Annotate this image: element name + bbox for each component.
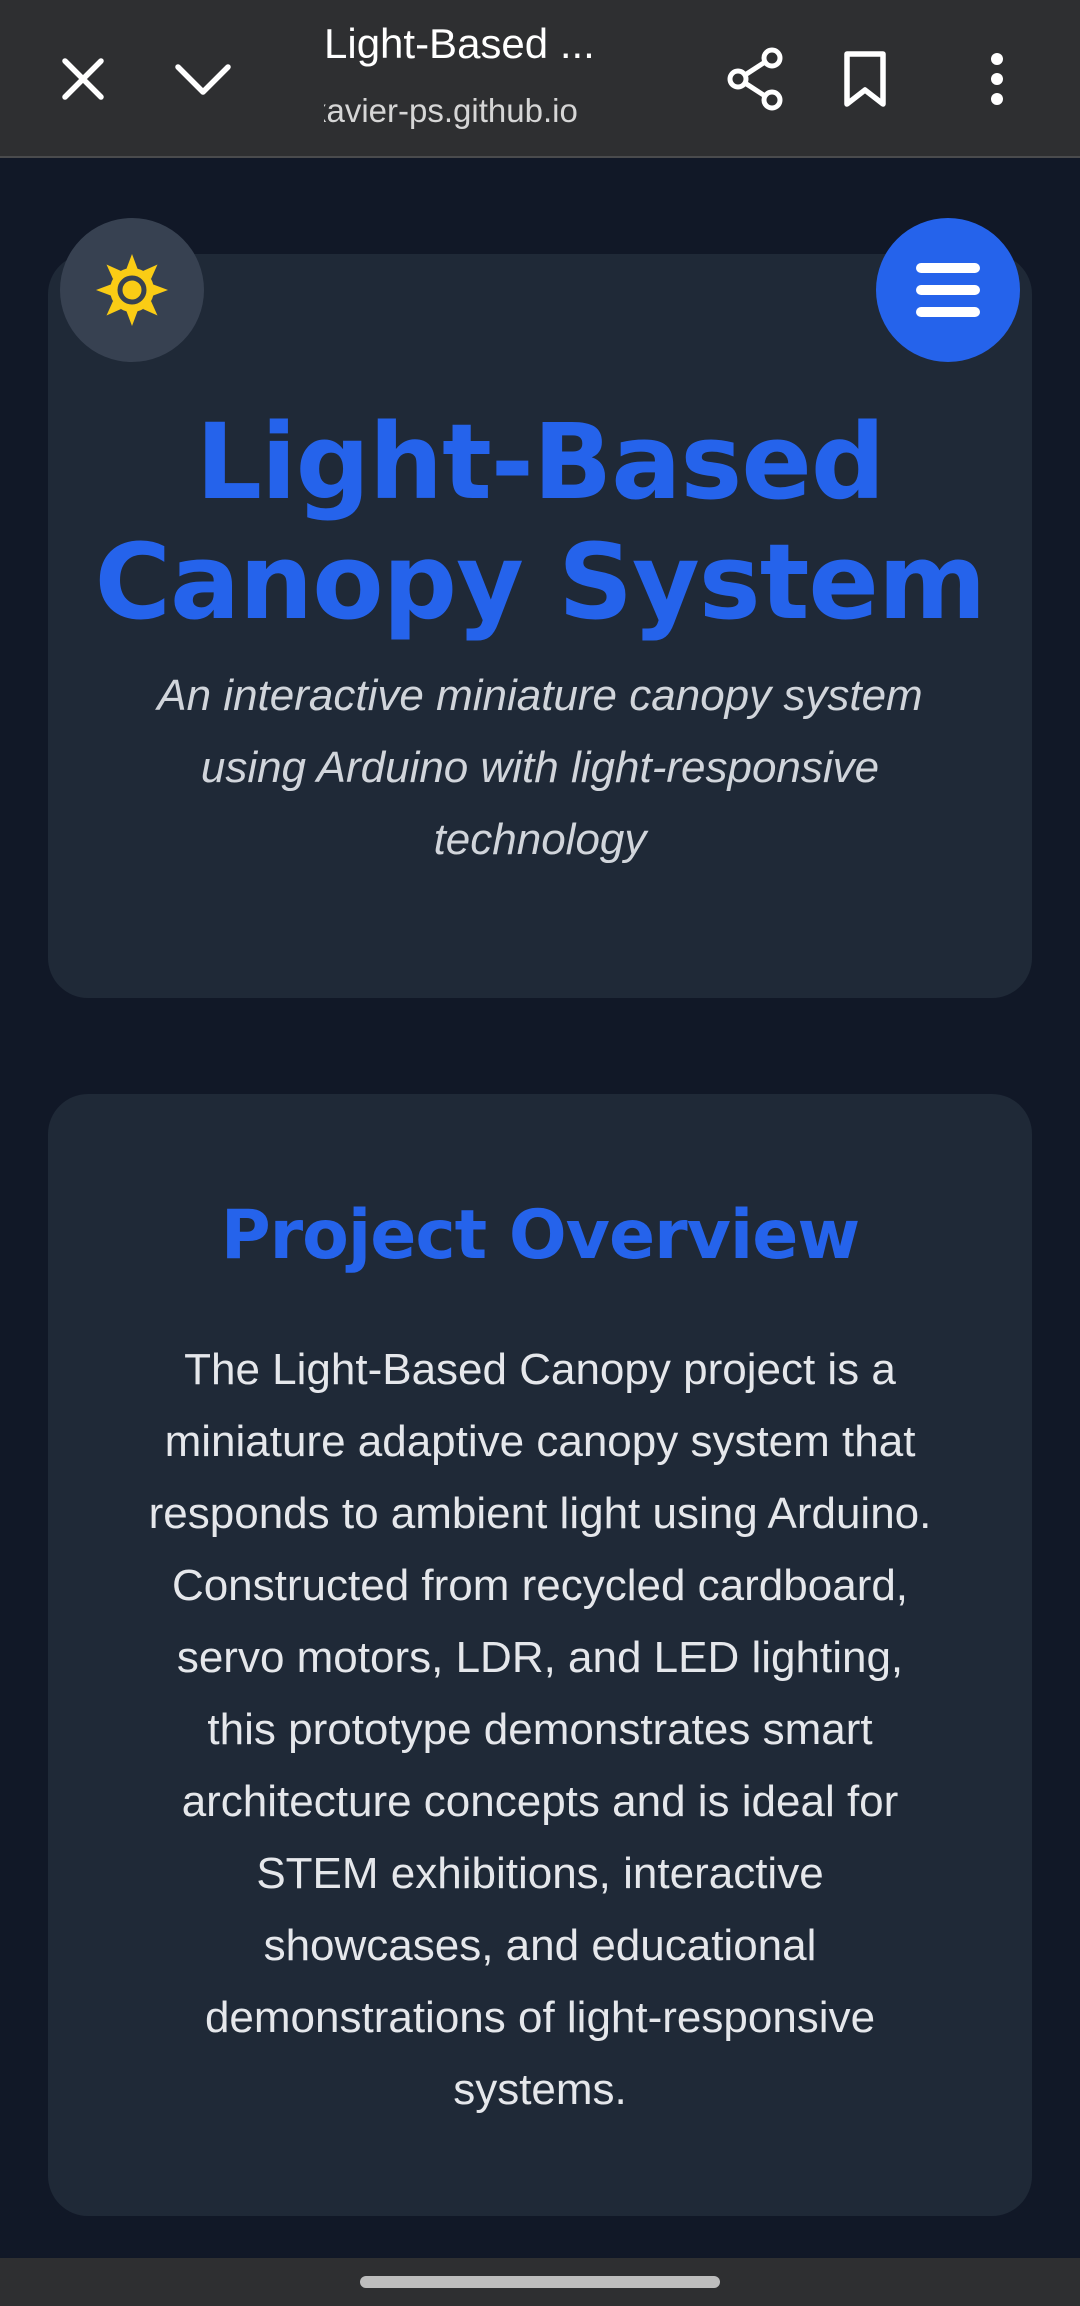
home-gesture-handle[interactable] bbox=[360, 2276, 720, 2288]
system-navigation-bar bbox=[0, 2258, 1080, 2306]
page-content: Light-Based Canopy System An interactive… bbox=[0, 158, 1080, 2258]
page-title: Light-Based Canopy System bbox=[94, 401, 987, 643]
theme-toggle-button[interactable] bbox=[60, 218, 204, 362]
hero-subtitle: An interactive miniature canopy system u… bbox=[157, 671, 923, 864]
bookmark-button[interactable] bbox=[820, 34, 910, 124]
sun-icon bbox=[96, 254, 168, 326]
url-text: xavier-ps.github.io bbox=[324, 92, 578, 129]
minimize-tab-button[interactable] bbox=[158, 34, 248, 124]
hamburger-menu-icon bbox=[916, 263, 980, 317]
hero-card: Light-Based Canopy System An interactive… bbox=[48, 254, 1032, 998]
browser-toolbar: Light-Based ... xavier-ps.github.io bbox=[0, 0, 1080, 158]
overview-body: The Light-Based Canopy project is a mini… bbox=[148, 1345, 932, 2114]
close-tab-button[interactable] bbox=[38, 34, 128, 124]
overview-heading: Project Overview bbox=[220, 1196, 860, 1275]
tab-url: xavier-ps.github.io bbox=[324, 92, 624, 130]
more-vert-icon bbox=[991, 53, 1003, 105]
chevron-down-icon bbox=[175, 64, 231, 95]
project-overview-card: Project Overview The Light-Based Canopy … bbox=[48, 1094, 1032, 2216]
more-options-button[interactable] bbox=[952, 34, 1042, 124]
share-icon bbox=[727, 47, 783, 111]
bookmark-icon bbox=[844, 51, 886, 107]
menu-toggle-button[interactable] bbox=[876, 218, 1020, 362]
share-button[interactable] bbox=[710, 34, 800, 124]
tab-title: Light-Based ... bbox=[324, 20, 595, 67]
close-icon bbox=[62, 58, 104, 100]
